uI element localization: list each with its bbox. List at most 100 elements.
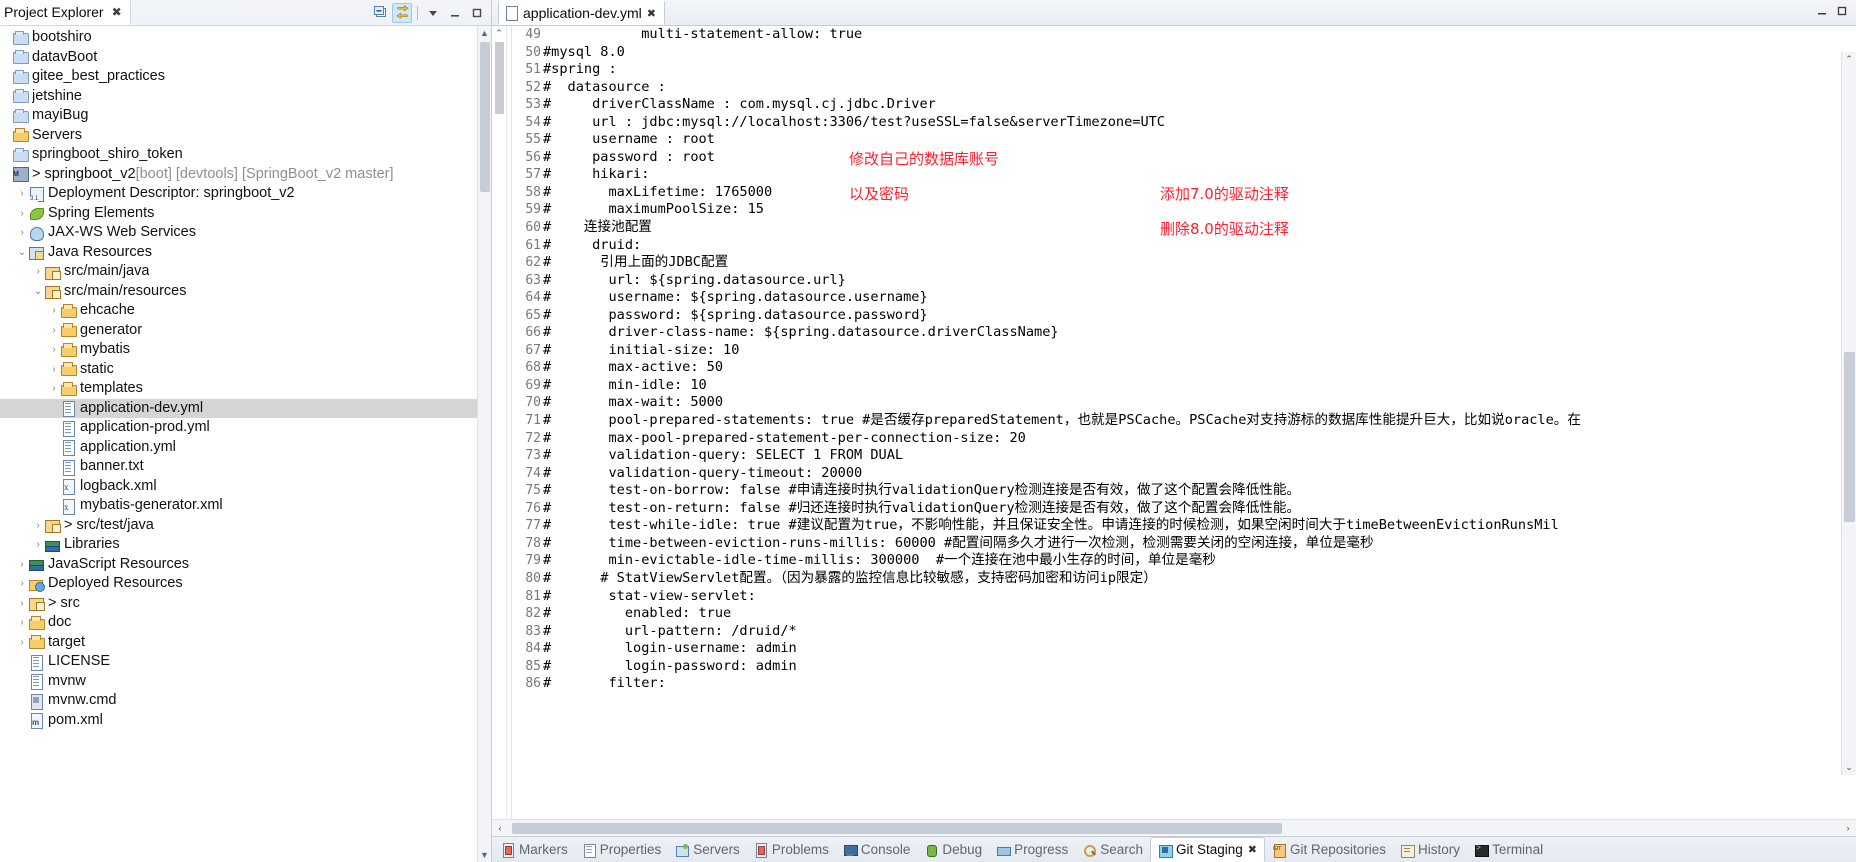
code-line[interactable]: 85 # login-password: admin [512, 658, 1581, 676]
tree-item[interactable]: › pom.xml [0, 711, 477, 733]
tree-item[interactable]: ⌄ src/main/resources [0, 282, 477, 302]
view-tab-search[interactable]: Search [1075, 837, 1150, 862]
view-tab-git-repositories[interactable]: Git Repositories [1265, 837, 1393, 862]
code-line[interactable]: 59 # maximumPoolSize: 15 [512, 201, 1581, 219]
chevron-right-icon[interactable]: › [48, 321, 60, 341]
chevron-down-icon[interactable]: ⌄ [16, 243, 28, 263]
tree-item[interactable]: › LICENSE [0, 652, 477, 672]
code-line[interactable]: 57 # hikari: [512, 166, 1581, 184]
view-tab-terminal[interactable]: Terminal [1467, 837, 1550, 862]
tree-item[interactable]: ⌄ Java Resources [0, 243, 477, 263]
view-tab-progress[interactable]: Progress [989, 837, 1075, 862]
scrollbar-thumb[interactable] [1844, 352, 1855, 522]
code-line[interactable]: 84 # login-username: admin [512, 640, 1581, 658]
tree-item[interactable]: › Deployed Resources [0, 574, 477, 594]
tree-item[interactable]: › > src/test/java [0, 516, 477, 536]
tree-item[interactable]: › generator [0, 321, 477, 341]
chevron-right-icon[interactable]: › [0, 67, 12, 87]
code-line[interactable]: 80 # # StatViewServlet配置。（因为暴露的监控信息比较敏感，支… [512, 570, 1581, 588]
chevron-right-icon[interactable]: › [48, 438, 60, 458]
code-line[interactable]: 75 # test-on-borrow: false #申请连接时执行valida… [512, 482, 1581, 500]
code-line[interactable]: 72 # max-pool-prepared-statement-per-conn… [512, 430, 1581, 448]
view-tab-problems[interactable]: Problems [747, 837, 836, 862]
tree-item[interactable]: › Spring Elements [0, 204, 477, 224]
tree-item[interactable]: › application.yml [0, 438, 477, 458]
chevron-right-icon[interactable]: › [32, 262, 44, 282]
view-menu-icon[interactable] [423, 3, 443, 23]
chevron-right-icon[interactable]: › [16, 555, 28, 575]
tree-item[interactable]: › target [0, 633, 477, 653]
code-line[interactable]: 49 multi-statement-allow: true [512, 26, 1581, 44]
view-tab-debug[interactable]: Debug [917, 837, 989, 862]
chevron-down-icon[interactable]: ⌄ [32, 282, 44, 302]
project-explorer-scrollbar[interactable]: ▲ ▼ [477, 26, 491, 862]
chevron-right-icon[interactable]: › [32, 516, 44, 536]
tree-item[interactable]: › static [0, 360, 477, 380]
scroll-up-icon[interactable]: ⌃ [1842, 52, 1856, 67]
maximize-icon[interactable] [1836, 5, 1848, 20]
tree-item[interactable]: › > src [0, 594, 477, 614]
chevron-right-icon[interactable]: › [0, 165, 12, 185]
hscrollbar-thumb[interactable] [512, 822, 1282, 834]
code-line[interactable]: 58 # maxLifetime: 1765000 [512, 184, 1581, 202]
chevron-right-icon[interactable]: › [48, 477, 60, 497]
chevron-right-icon[interactable]: › [16, 691, 28, 711]
tree-item[interactable]: › mybatis [0, 340, 477, 360]
maximize-icon[interactable] [467, 3, 487, 23]
ruler-thumb[interactable] [495, 42, 504, 114]
chevron-right-icon[interactable]: › [48, 340, 60, 360]
collapse-all-icon[interactable] [370, 3, 390, 23]
view-tab-git-staging[interactable]: Git Staging ✖ [1149, 837, 1265, 862]
code-line[interactable]: 52 # datasource : [512, 79, 1581, 97]
code-line[interactable]: 70 # max-wait: 5000 [512, 394, 1581, 412]
code-line[interactable]: 53 # driverClassName : com.mysql.cj.jdbc.… [512, 96, 1581, 114]
code-line[interactable]: 60 # 连接池配置 [512, 219, 1581, 237]
tab-project-explorer[interactable]: Project Explorer ✖ [0, 0, 131, 25]
code-line[interactable]: 55 # username : root [512, 131, 1581, 149]
tree-item[interactable]: › src/main/java [0, 262, 477, 282]
chevron-right-icon[interactable]: › [16, 223, 28, 243]
tree-item[interactable]: › Servers [0, 126, 477, 146]
bottom-view-tabs[interactable]: Markers Properties Servers Problems Console D… [492, 836, 1856, 862]
chevron-right-icon[interactable]: › [16, 613, 28, 633]
tree-item[interactable]: › bootshiro [0, 28, 477, 48]
view-tab-markers[interactable]: Markers [494, 837, 575, 862]
chevron-right-icon[interactable]: › [48, 301, 60, 321]
code-viewport[interactable]: 49 multi-statement-allow: true 50 #mysql 8… [512, 26, 1856, 819]
code-line[interactable]: 61 # druid: [512, 237, 1581, 255]
code-line[interactable]: 83 # url-pattern: /druid/* [512, 623, 1581, 641]
tree-item[interactable]: › ehcache [0, 301, 477, 321]
chevron-right-icon[interactable]: › [48, 457, 60, 477]
chevron-right-icon[interactable]: › [16, 594, 28, 614]
code-line[interactable]: 86 # filter: [512, 675, 1581, 693]
chevron-right-icon[interactable]: › [32, 535, 44, 555]
overview-ruler[interactable]: ⌃ [492, 26, 507, 819]
close-icon[interactable]: ✖ [647, 7, 656, 20]
tree-item[interactable]: › JAX-WS Web Services [0, 223, 477, 243]
editor-vertical-scrollbar[interactable]: ⌃ ⌄ [1841, 52, 1856, 775]
tree-item[interactable]: › mvnw [0, 672, 477, 692]
view-tab-history[interactable]: History [1393, 837, 1467, 862]
code-line[interactable]: 63 # url: ${spring.datasource.url} [512, 272, 1581, 290]
chevron-right-icon[interactable]: › [16, 633, 28, 653]
tab-application-dev-yml[interactable]: application-dev.yml ✖ [498, 0, 666, 25]
code-line[interactable]: 71 # pool-prepared-statements: true #是否缓存… [512, 412, 1581, 430]
code-line[interactable]: 82 # enabled: true [512, 605, 1581, 623]
chevron-right-icon[interactable]: › [48, 379, 60, 399]
tree-item[interactable]: › jetshine [0, 87, 477, 107]
chevron-right-icon[interactable]: › [16, 652, 28, 672]
tree-item[interactable]: › JavaScript Resources [0, 555, 477, 575]
view-tab-servers[interactable]: Servers [668, 837, 747, 862]
close-icon[interactable]: ✖ [112, 5, 122, 19]
chevron-right-icon[interactable]: › [48, 496, 60, 516]
code-line[interactable]: 77 # test-while-idle: true #建议配置为true，不影响… [512, 517, 1581, 535]
tree-item[interactable]: › mybatis-generator.xml [0, 496, 477, 517]
chevron-right-icon[interactable]: › [0, 48, 12, 68]
chevron-right-icon[interactable]: › [0, 126, 12, 146]
chevron-right-icon[interactable]: › [16, 574, 28, 594]
editor-horizontal-scrollbar[interactable]: ‹ › [492, 819, 1856, 836]
code-line[interactable]: 65 # password: ${spring.datasource.passwo… [512, 307, 1581, 325]
minimize-icon[interactable] [445, 3, 465, 23]
code-line[interactable]: 62 # 引用上面的JDBC配置 [512, 254, 1581, 272]
tree-item[interactable]: › banner.txt [0, 457, 477, 477]
